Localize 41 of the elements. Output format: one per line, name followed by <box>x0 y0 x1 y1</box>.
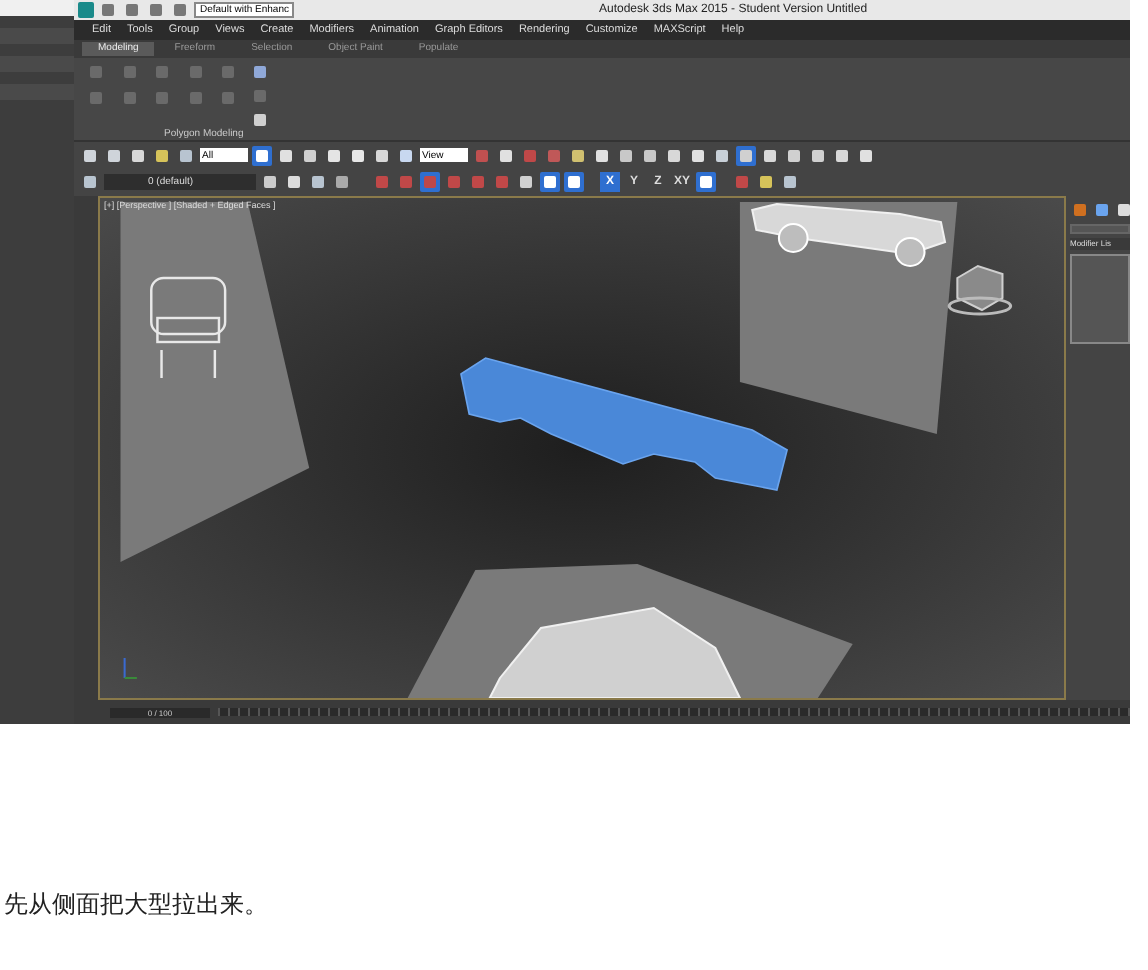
toolbar-icon[interactable] <box>348 145 368 165</box>
toolbar-icon[interactable] <box>808 145 828 165</box>
toolbar-icon[interactable] <box>308 172 328 192</box>
toolbar-icon[interactable] <box>152 145 172 165</box>
toolbar-icon[interactable] <box>756 172 777 192</box>
toolbar-icon[interactable] <box>832 145 852 165</box>
toolbar-icon[interactable] <box>688 145 708 165</box>
caption-text: 先从侧面把大型拉出来。 <box>4 890 270 918</box>
toolbar-icon[interactable] <box>276 145 296 165</box>
toolbar-icon[interactable] <box>396 145 416 165</box>
name-field[interactable] <box>1070 224 1130 234</box>
toolbar-icon[interactable] <box>260 172 280 192</box>
toolbar-icon[interactable] <box>372 145 392 165</box>
toolbar-icon[interactable] <box>284 172 304 192</box>
toolbar-icon[interactable] <box>592 145 612 165</box>
toolbar-icon[interactable] <box>760 145 780 165</box>
toolbar-icon[interactable] <box>712 145 732 165</box>
toolbar-icon[interactable] <box>104 145 124 165</box>
toolbar-icon[interactable] <box>324 145 344 165</box>
toolbar-icon[interactable] <box>300 145 320 165</box>
toolbar-icon[interactable] <box>516 172 536 192</box>
toolbar-icon[interactable] <box>496 145 516 165</box>
toolbar-icon[interactable] <box>252 145 272 165</box>
toolbar-icon[interactable] <box>696 172 717 192</box>
toolbar-icon[interactable] <box>856 145 876 165</box>
toolbar-icon[interactable] <box>736 145 756 165</box>
toolbar-icon[interactable] <box>250 62 270 82</box>
toolbar-icon[interactable] <box>664 145 684 165</box>
toolbar-icon[interactable] <box>176 145 196 165</box>
toolbar-icon[interactable] <box>128 145 148 165</box>
toolbar-icon[interactable] <box>250 110 270 130</box>
app-logo-icon <box>78 2 94 18</box>
toolbar-icon[interactable] <box>80 145 100 165</box>
toolbar-icon[interactable] <box>80 172 100 192</box>
toolbar-icon[interactable] <box>784 145 804 165</box>
toolbar-icon[interactable] <box>332 172 352 192</box>
toolbar-icon[interactable] <box>1114 200 1134 220</box>
toolbar-icon[interactable] <box>616 145 636 165</box>
toolbar-icon[interactable] <box>780 172 801 192</box>
toolbar-icon[interactable] <box>640 145 660 165</box>
toolbar-icon[interactable] <box>568 145 588 165</box>
